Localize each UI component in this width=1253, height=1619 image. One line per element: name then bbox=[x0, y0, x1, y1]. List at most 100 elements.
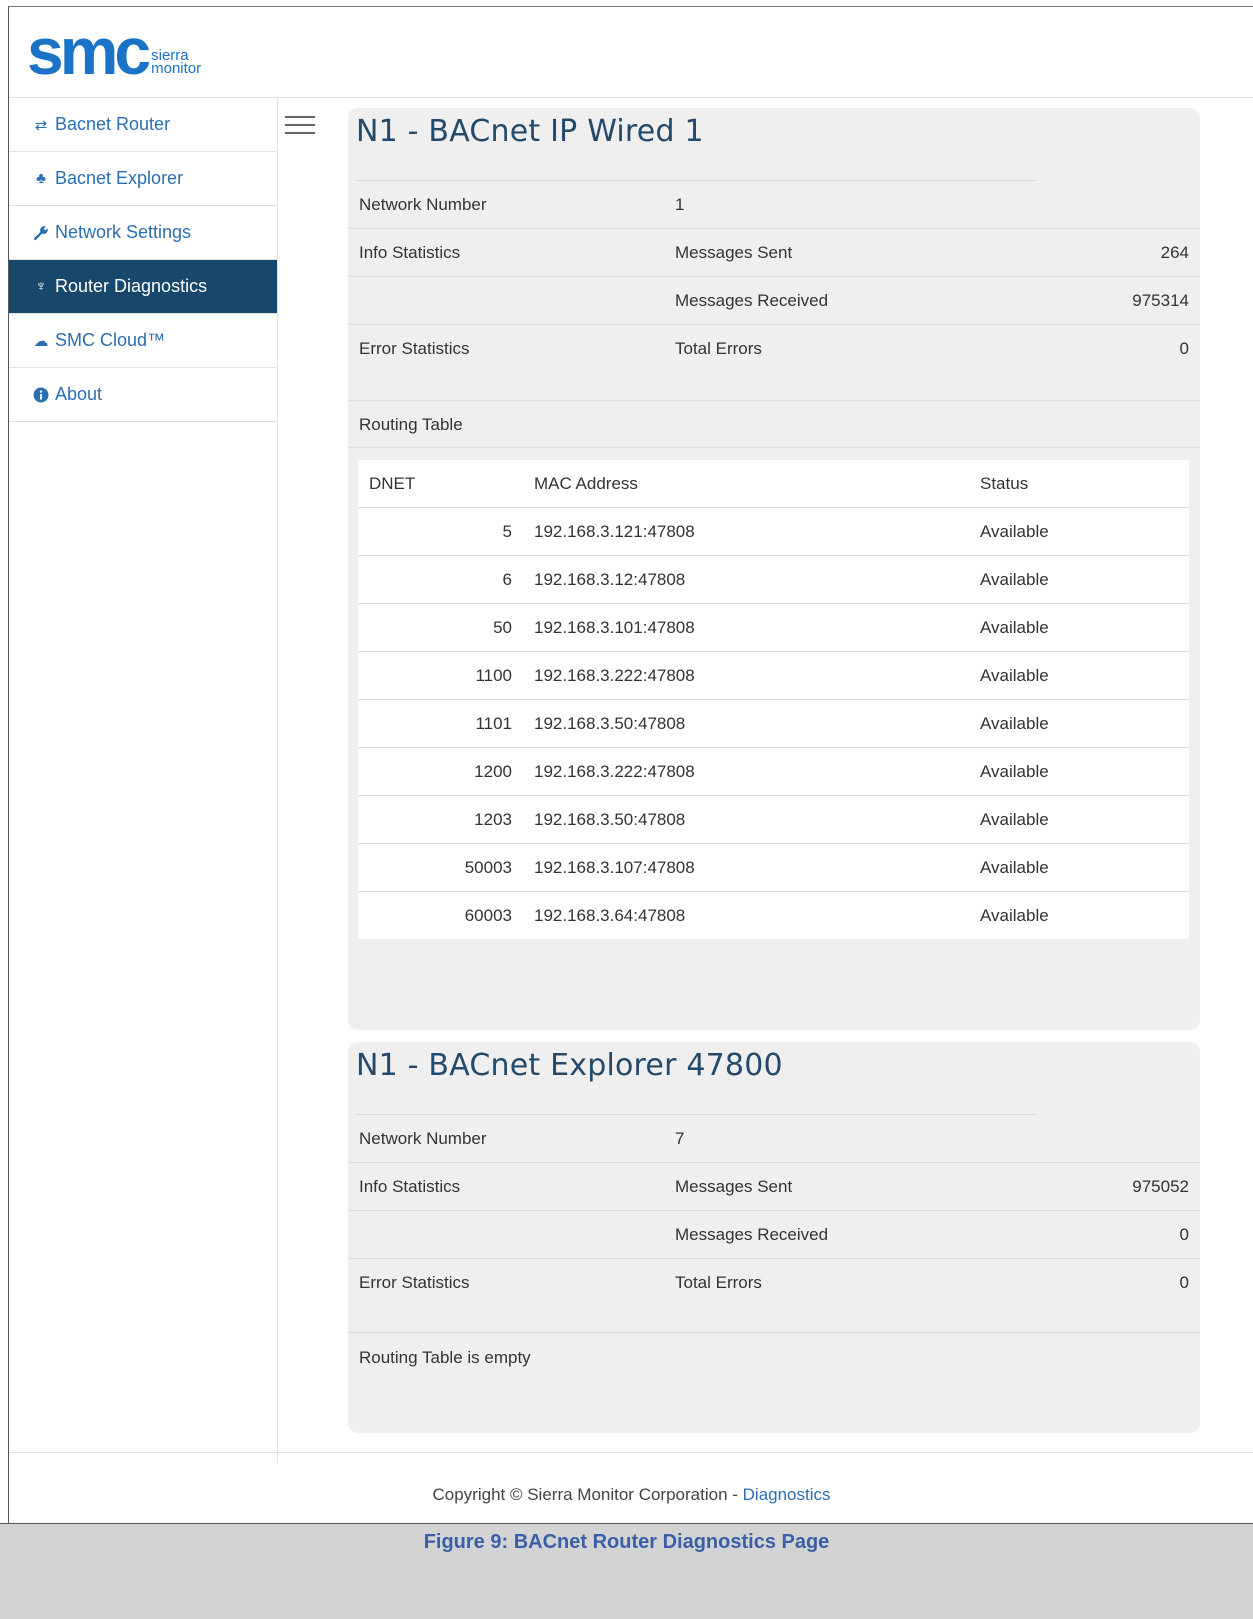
status-cell: Available bbox=[980, 666, 1049, 685]
mac-address-cell: 192.168.3.222:47808 bbox=[534, 666, 695, 685]
sidebar-item-label: About bbox=[55, 384, 103, 404]
status-cell: Available bbox=[980, 906, 1049, 925]
diagnostics-link[interactable]: Diagnostics bbox=[743, 1485, 831, 1504]
sidebar-item-about[interactable]: About bbox=[9, 368, 277, 422]
panel-title: N1 - BACnet IP Wired 1 bbox=[356, 114, 704, 149]
mac-address-cell: 192.168.3.121:47808 bbox=[534, 522, 695, 541]
mac-address-cell: 192.168.3.12:47808 bbox=[534, 570, 686, 589]
column-header-mac-address: MAC Address bbox=[534, 474, 638, 493]
status-cell: Available bbox=[980, 810, 1049, 829]
messages-received-label: Messages Received bbox=[675, 291, 829, 310]
messages-sent-row: Info Statistics Messages Sent 975052 bbox=[348, 1163, 1200, 1211]
sidebar-item-label: Router Diagnostics bbox=[55, 276, 208, 296]
messages-sent-label: Messages Sent bbox=[675, 243, 793, 262]
figure-caption: Figure 9: BACnet Router Diagnostics Page bbox=[423, 1531, 830, 1553]
dnet-cell: 1101 bbox=[475, 714, 512, 733]
sidebar: ⇄ Bacnet Router ♣ Bacnet Explorer Networ… bbox=[9, 98, 278, 1463]
messages-received-row: Messages Received 0 bbox=[348, 1211, 1200, 1259]
mac-address-cell: 192.168.3.222:47808 bbox=[534, 762, 695, 781]
table-row: 1101 192.168.3.50:47808 Available bbox=[358, 700, 1189, 748]
logo-sub-line2: monitor bbox=[151, 60, 202, 77]
network-panel-ip-wired: N1 - BACnet IP Wired 1 Network Number 1 … bbox=[348, 108, 1200, 1030]
menu-toggle-icon[interactable] bbox=[285, 116, 315, 138]
info-statistics-label: Info Statistics bbox=[359, 1177, 461, 1196]
dnet-cell: 1203 bbox=[474, 810, 512, 829]
copyright-text: Copyright © Sierra Monitor Corporation - bbox=[432, 1485, 743, 1504]
total-errors-value: 0 bbox=[1179, 339, 1189, 358]
network-number-value: 7 bbox=[675, 1129, 685, 1148]
sidebar-item-label: Bacnet Router bbox=[55, 114, 171, 134]
sidebar-item-bacnet-explorer[interactable]: ♣ Bacnet Explorer bbox=[9, 152, 277, 206]
error-statistics-label: Error Statistics bbox=[359, 339, 470, 358]
logo-subtitle: sierra monitor bbox=[151, 48, 202, 77]
dnet-cell: 1200 bbox=[474, 762, 512, 781]
sitemap-icon: ♣ bbox=[36, 170, 46, 187]
mac-address-cell: 192.168.3.107:47808 bbox=[534, 858, 695, 877]
table-row: 60003 192.168.3.64:47808 Available bbox=[358, 892, 1189, 939]
messages-sent-value: 264 bbox=[1160, 243, 1189, 262]
dnet-cell: 60003 bbox=[464, 906, 512, 925]
table-row: 50003 192.168.3.107:47808 Available bbox=[358, 844, 1189, 892]
status-cell: Available bbox=[980, 714, 1049, 733]
app-window: smc sierra monitor ⇄ Bacnet Router ♣ Bac… bbox=[8, 6, 1253, 1619]
dnet-cell: 6 bbox=[502, 570, 512, 589]
dnet-cell: 1100 bbox=[475, 666, 512, 685]
sidebar-item-network-settings[interactable]: Network Settings bbox=[9, 206, 277, 260]
mac-address-cell: 192.168.3.64:47808 bbox=[534, 906, 686, 925]
sidebar-item-smc-cloud[interactable]: ☁ SMC Cloud™ bbox=[9, 314, 277, 368]
status-cell: Available bbox=[980, 858, 1049, 877]
footer-divider bbox=[9, 1452, 1253, 1453]
sidebar-item-bacnet-router[interactable]: ⇄ Bacnet Router bbox=[9, 98, 277, 152]
table-row: 5 192.168.3.121:47808 Available bbox=[358, 508, 1189, 556]
footer: Copyright © Sierra Monitor Corporation -… bbox=[9, 1485, 1253, 1505]
column-header-status: Status bbox=[980, 474, 1029, 493]
table-row: 1203 192.168.3.50:47808 Available bbox=[358, 796, 1189, 844]
routing-table-empty-note: Routing Table is empty bbox=[359, 1348, 531, 1367]
network-number-row: Network Number 7 bbox=[348, 1115, 1200, 1163]
logo-letters: smc bbox=[27, 14, 151, 88]
info-icon bbox=[30, 387, 52, 403]
divider bbox=[348, 1332, 1200, 1333]
total-errors-row: Error Statistics Total Errors 0 bbox=[348, 1259, 1200, 1307]
network-number-label: Network Number bbox=[359, 195, 487, 214]
dnet-cell: 50 bbox=[493, 618, 512, 637]
status-cell: Available bbox=[980, 618, 1049, 637]
table-row: 1200 192.168.3.222:47808 Available bbox=[358, 748, 1189, 796]
network-panel-explorer: N1 - BACnet Explorer 47800 Network Numbe… bbox=[348, 1042, 1200, 1433]
error-statistics-label: Error Statistics bbox=[359, 1273, 470, 1292]
header: smc sierra monitor bbox=[9, 7, 1253, 98]
column-header-dnet: DNET bbox=[369, 474, 416, 493]
cloud-icon: ☁ bbox=[33, 332, 49, 350]
sidebar-item-label: Network Settings bbox=[55, 222, 192, 242]
info-statistics-label: Info Statistics bbox=[359, 243, 461, 262]
dnet-cell: 50003 bbox=[464, 858, 512, 877]
total-errors-label: Total Errors bbox=[675, 339, 762, 358]
table-row: 1100 192.168.3.222:47808 Available bbox=[358, 652, 1189, 700]
exchange-icon: ⇄ bbox=[34, 116, 48, 134]
messages-received-label: Messages Received bbox=[675, 1225, 829, 1244]
status-cell: Available bbox=[980, 522, 1049, 541]
messages-sent-row: Info Statistics Messages Sent 264 bbox=[348, 229, 1200, 277]
table-row: 50 192.168.3.101:47808 Available bbox=[358, 604, 1189, 652]
routing-table: DNET MAC Address Status 5 192.168.3.121:… bbox=[358, 460, 1189, 939]
messages-received-value: 975314 bbox=[1132, 291, 1189, 310]
messages-sent-label: Messages Sent bbox=[675, 1177, 793, 1196]
dnet-cell: 5 bbox=[502, 522, 512, 541]
table-row: 6 192.168.3.12:47808 Available bbox=[358, 556, 1189, 604]
panel-title: N1 - BACnet Explorer 47800 bbox=[356, 1048, 783, 1083]
routing-table-heading: Routing Table bbox=[348, 400, 1200, 448]
stethoscope-icon: ♆ bbox=[35, 278, 47, 295]
messages-sent-value: 975052 bbox=[1132, 1177, 1189, 1196]
wrench-icon bbox=[30, 225, 52, 241]
sidebar-item-label: SMC Cloud™ bbox=[55, 330, 166, 350]
total-errors-label: Total Errors bbox=[675, 1273, 762, 1292]
status-cell: Available bbox=[980, 762, 1049, 781]
mac-address-cell: 192.168.3.101:47808 bbox=[534, 618, 695, 637]
table-header-row: DNET MAC Address Status bbox=[358, 460, 1189, 508]
messages-received-row: Messages Received 975314 bbox=[348, 277, 1200, 325]
smc-logo[interactable]: smc sierra monitor bbox=[27, 14, 202, 88]
routing-table-label: Routing Table bbox=[359, 415, 463, 434]
mac-address-cell: 192.168.3.50:47808 bbox=[534, 810, 686, 829]
network-number-value: 1 bbox=[675, 195, 685, 214]
sidebar-item-router-diagnostics[interactable]: ♆ Router Diagnostics bbox=[9, 260, 277, 314]
